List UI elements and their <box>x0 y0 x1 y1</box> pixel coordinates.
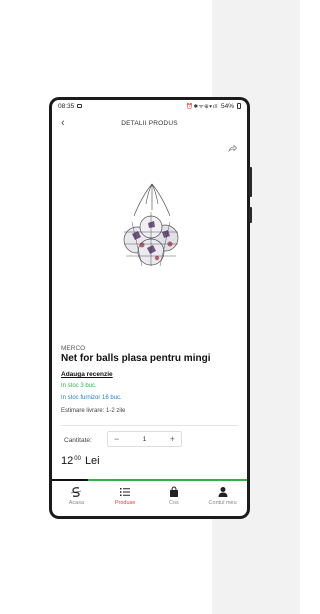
product-title: Net for balls plasa pentru mingi <box>61 353 211 364</box>
back-chevron-icon[interactable]: ‹ <box>61 117 65 129</box>
share-icon[interactable] <box>227 144 237 154</box>
add-review-link[interactable]: Adauga recenzie <box>61 371 113 378</box>
tab-acasa[interactable]: Acasa <box>52 482 101 516</box>
product-brand: MERCO <box>61 345 86 352</box>
page-title: DETALII PRODUS <box>121 119 178 127</box>
tab-label-contul-meu: Contul meu <box>208 500 237 506</box>
tab-contul-meu[interactable]: Contul meu <box>198 482 247 516</box>
price-currency: Lei <box>84 455 100 467</box>
quantity-label: Cantitate: <box>64 437 92 444</box>
progress-segment <box>52 479 88 481</box>
gallery-icon <box>77 104 83 108</box>
page-header: ‹ DETALII PRODUS <box>52 115 247 131</box>
price-main: 12 <box>61 455 74 467</box>
bottom-tab-bar: Acasa Produse Cos Contul meu <box>52 482 247 516</box>
increment-button[interactable]: + <box>170 434 175 444</box>
app-screen: 08:35 ⏰✱ᯤ⊕▾ıll 54% ‹ DETALII PRODUS MERC… <box>52 100 247 516</box>
supplier-stock-status: In stoc furnizor 16 buc. <box>61 395 122 401</box>
status-bar: 08:35 ⏰✱ᯤ⊕▾ıll 54% <box>52 100 247 112</box>
price-cents: 00 <box>74 456 81 462</box>
tab-produse[interactable]: Produse <box>101 482 150 516</box>
tab-label-produse: Produse <box>114 500 136 506</box>
tab-label-cos: Cos <box>168 500 179 506</box>
delivery-estimate: Estimare livrare: 1-2 zile <box>61 408 126 414</box>
quantity-stepper: − 1 + <box>107 431 182 447</box>
battery-level: 54% <box>220 102 234 110</box>
bag-icon <box>169 486 178 497</box>
power-button <box>249 207 252 223</box>
battery-icon <box>237 103 241 109</box>
status-time: 08:35 <box>58 102 75 110</box>
quantity-value[interactable]: 1 <box>143 436 147 443</box>
store-stock-status: In stoc 3 buc. <box>61 383 97 389</box>
home-logo-icon <box>71 487 82 497</box>
tab-cos[interactable]: Cos <box>150 482 199 516</box>
decrement-button[interactable]: − <box>114 434 119 444</box>
divider <box>61 425 238 426</box>
product-price: 12 00 Lei <box>61 455 100 467</box>
product-image <box>123 183 179 267</box>
list-icon <box>120 488 131 496</box>
volume-button <box>249 167 252 197</box>
tab-label-acasa: Acasa <box>68 500 85 506</box>
user-icon <box>218 487 228 497</box>
phone-frame: 08:35 ⏰✱ᯤ⊕▾ıll 54% ‹ DETALII PRODUS MERC… <box>49 97 252 519</box>
status-icons: ⏰✱ᯤ⊕▾ıll <box>186 104 218 110</box>
